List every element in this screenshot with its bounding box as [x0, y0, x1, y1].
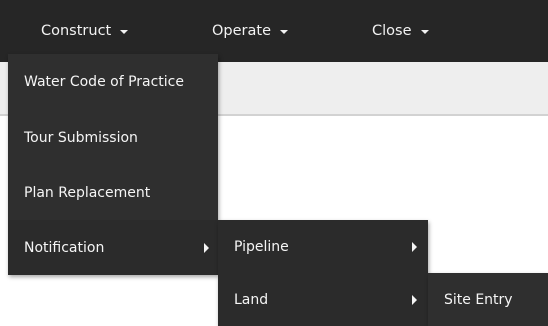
notification-submenu: Pipeline Land — [218, 220, 428, 326]
nav-operate-label: Operate — [212, 23, 271, 39]
nav-construct[interactable]: Construct — [41, 0, 129, 62]
nav-operate[interactable]: Operate — [212, 0, 288, 62]
menu-item-plan-replacement[interactable]: Plan Replacement — [8, 165, 218, 220]
chevron-right-icon — [204, 243, 209, 253]
menu-item-label: Land — [234, 291, 269, 308]
land-submenu: Site Entry — [428, 273, 548, 326]
menu-item-pipeline[interactable]: Pipeline — [218, 220, 428, 273]
chevron-down-icon — [120, 30, 129, 34]
nav-close-label: Close — [372, 23, 412, 39]
menu-item-notification[interactable]: Notification — [8, 220, 218, 275]
chevron-right-icon — [412, 295, 417, 305]
nav-construct-label: Construct — [41, 23, 112, 39]
menu-item-water-code-of-practice[interactable]: Water Code of Practice — [8, 54, 218, 110]
menu-item-label: Plan Replacement — [24, 184, 151, 201]
menu-item-label: Water Code of Practice — [24, 74, 184, 90]
menu-item-land[interactable]: Land — [218, 273, 428, 326]
chevron-right-icon — [412, 242, 417, 252]
menu-item-site-entry[interactable]: Site Entry — [428, 273, 548, 326]
top-navbar: Construct Operate Close — [0, 0, 548, 62]
nav-close[interactable]: Close — [372, 0, 429, 62]
menu-item-label: Site Entry — [444, 291, 513, 308]
menu-item-label: Pipeline — [234, 238, 289, 255]
chevron-down-icon — [420, 30, 429, 34]
menu-item-label: Notification — [24, 239, 105, 256]
menu-item-tour-submission[interactable]: Tour Submission — [8, 110, 218, 165]
chevron-down-icon — [280, 30, 288, 34]
construct-dropdown-menu: Water Code of Practice Tour Submission P… — [8, 54, 218, 275]
menu-item-label: Tour Submission — [24, 129, 138, 146]
